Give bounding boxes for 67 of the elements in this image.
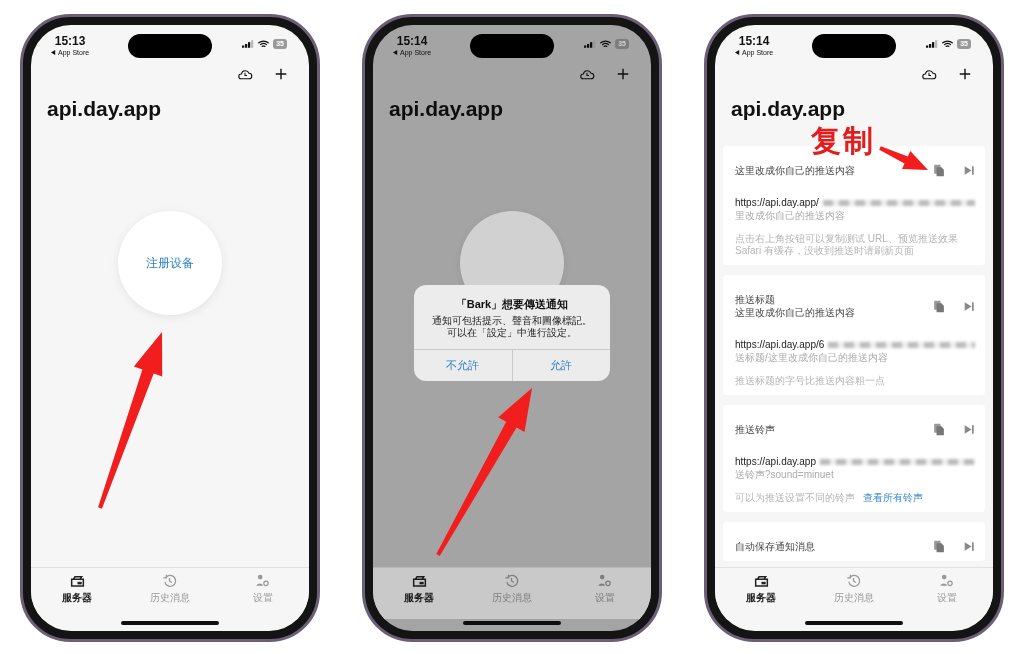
wifi-icon xyxy=(600,40,612,48)
server-icon xyxy=(411,574,427,588)
copy-icon[interactable] xyxy=(933,164,945,177)
cloud-icon[interactable] xyxy=(579,67,595,81)
play-next-icon[interactable] xyxy=(963,540,975,553)
push-url[interactable]: https://api.day.app/ xyxy=(735,197,819,208)
tab-item[interactable]: 历史消息 xyxy=(824,574,884,619)
server-icon xyxy=(753,574,769,588)
hint-text: Safari 有缓存，没收到推送时请刷新页面 xyxy=(735,245,914,257)
add-icon[interactable] xyxy=(273,67,289,81)
status-time: 15:13 xyxy=(54,35,86,48)
status-time: 15:14 xyxy=(738,35,770,48)
tab-item[interactable]: 历史消息 xyxy=(140,574,200,619)
hint-text: 可以为推送设置不同的铃声 xyxy=(735,492,855,504)
history-icon xyxy=(846,574,862,588)
tab-item[interactable]: 设置 xyxy=(916,574,977,619)
view-all-sounds-link[interactable]: 查看所有铃声 xyxy=(863,492,923,504)
url-path-text: 送铃声?sound=minuet xyxy=(735,468,835,482)
history-icon xyxy=(162,574,178,588)
copy-icon[interactable] xyxy=(933,299,945,313)
add-icon[interactable] xyxy=(957,67,973,81)
card-title: 自动保存通知消息 xyxy=(735,540,816,553)
copy-icon[interactable] xyxy=(933,540,945,553)
signal-icon xyxy=(926,40,939,48)
back-arrow-icon xyxy=(51,50,56,55)
card-title: 推送铃声 xyxy=(735,423,776,436)
allow-button[interactable]: 允許 xyxy=(511,350,610,381)
url-path-text: 送标题/这里改成你自己的推送内容 xyxy=(735,351,889,365)
user-settings-icon xyxy=(597,574,613,588)
signal-icon xyxy=(242,40,255,48)
wifi-icon xyxy=(942,40,954,48)
card-title: 这里改成你自己的推送内容 xyxy=(735,164,856,177)
dialog-title: 「Bark」想要傳送通知 xyxy=(454,297,570,312)
url-path-text: 里改成你自己的推送内容 xyxy=(735,209,846,223)
register-device-button[interactable]: 注册设备 xyxy=(118,211,222,315)
status-time: 15:14 xyxy=(396,35,428,48)
play-next-icon[interactable] xyxy=(963,164,975,177)
tab-item[interactable]: 服务器 xyxy=(47,574,108,619)
user-settings-icon xyxy=(939,574,955,588)
tab-item[interactable]: 历史消息 xyxy=(482,574,542,619)
play-next-icon[interactable] xyxy=(963,423,975,436)
cloud-icon[interactable] xyxy=(237,67,253,81)
history-icon xyxy=(504,574,520,588)
signal-icon xyxy=(584,40,597,48)
add-icon[interactable] xyxy=(615,67,631,81)
tab-item[interactable]: 服务器 xyxy=(389,574,450,619)
play-next-icon[interactable] xyxy=(963,299,975,313)
card-title: 推送标题 这里改成你自己的推送内容 xyxy=(735,293,856,319)
annotation-arrow xyxy=(879,146,928,170)
annotation-label: 复制 xyxy=(811,125,875,157)
copy-icon[interactable] xyxy=(933,423,945,436)
deny-button[interactable]: 不允許 xyxy=(414,350,512,381)
tab-item[interactable]: 设置 xyxy=(232,574,293,619)
back-arrow-icon xyxy=(393,50,398,55)
wifi-icon xyxy=(258,40,270,48)
cloud-icon[interactable] xyxy=(921,67,937,81)
user-settings-icon xyxy=(255,574,271,588)
server-title: api.day.app xyxy=(46,96,162,121)
push-url[interactable]: https://api.day.app xyxy=(735,456,816,467)
server-icon xyxy=(69,574,85,588)
tab-item[interactable]: 设置 xyxy=(574,574,635,619)
push-url[interactable]: https://api.day.app/6 xyxy=(735,339,825,350)
dialog-message: 通知可包括提示、聲音和圖像標記。 可以在「設定」中進行設定。 xyxy=(431,315,593,339)
server-title: api.day.app xyxy=(388,96,504,121)
server-title: api.day.app xyxy=(730,96,846,121)
tab-item[interactable]: 服务器 xyxy=(731,574,792,619)
back-arrow-icon xyxy=(735,50,740,55)
